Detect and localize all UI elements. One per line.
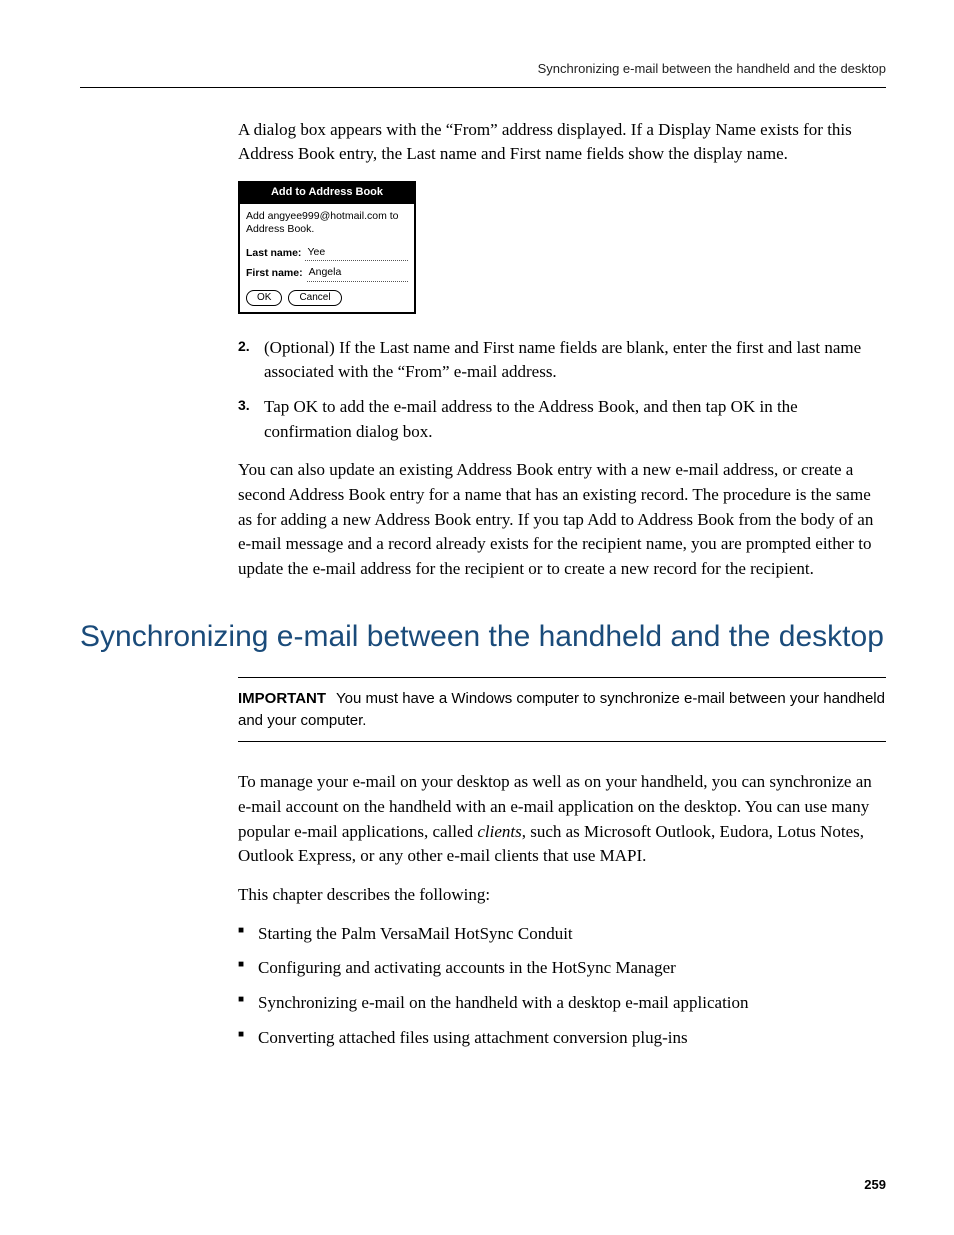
first-name-label: First name: (246, 266, 307, 281)
dialog-title: Add to Address Book (240, 183, 414, 204)
cancel-button[interactable]: Cancel (288, 290, 341, 306)
page-number: 259 (864, 1176, 886, 1195)
sync-paragraph: To manage your e-mail on your desktop as… (238, 770, 886, 869)
list-intro: This chapter describes the following: (238, 883, 886, 908)
section-heading: Synchronizing e-mail between the handhel… (80, 615, 886, 659)
step-3: 3. Tap OK to add the e-mail address to t… (238, 395, 886, 444)
emphasis: clients (477, 822, 521, 841)
chapter-list: Starting the Palm VersaMail HotSync Cond… (238, 922, 886, 1051)
first-name-value[interactable]: Angela (307, 265, 408, 281)
last-name-field: Last name: Yee (246, 245, 408, 261)
ok-button[interactable]: OK (246, 290, 282, 306)
important-text: You must have a Windows computer to sync… (238, 690, 885, 729)
step-number: 2. (238, 336, 264, 385)
last-name-label: Last name: (246, 246, 305, 261)
first-name-field: First name: Angela (246, 265, 408, 281)
list-item: Starting the Palm VersaMail HotSync Cond… (238, 922, 886, 947)
last-name-value[interactable]: Yee (305, 245, 408, 261)
step-2: 2. (Optional) If the Last name and First… (238, 336, 886, 385)
add-to-address-book-dialog: Add to Address Book Add angyee999@hotmai… (238, 181, 416, 314)
followup-paragraph: You can also update an existing Address … (238, 458, 886, 581)
list-item: Converting attached files using attachme… (238, 1026, 886, 1051)
step-text: Tap OK to add the e-mail address to the … (264, 395, 886, 444)
dialog-message: Add angyee999@hotmail.com to Address Boo… (246, 210, 408, 235)
step-number: 3. (238, 395, 264, 444)
intro-paragraph: A dialog box appears with the “From” add… (238, 118, 886, 167)
step-text: (Optional) If the Last name and First na… (264, 336, 886, 385)
running-header: Synchronizing e-mail between the handhel… (80, 60, 886, 88)
list-item: Synchronizing e-mail on the handheld wit… (238, 991, 886, 1016)
important-label: IMPORTANT (238, 690, 336, 707)
important-note: IMPORTANTYou must have a Windows compute… (238, 677, 886, 743)
list-item: Configuring and activating accounts in t… (238, 956, 886, 981)
